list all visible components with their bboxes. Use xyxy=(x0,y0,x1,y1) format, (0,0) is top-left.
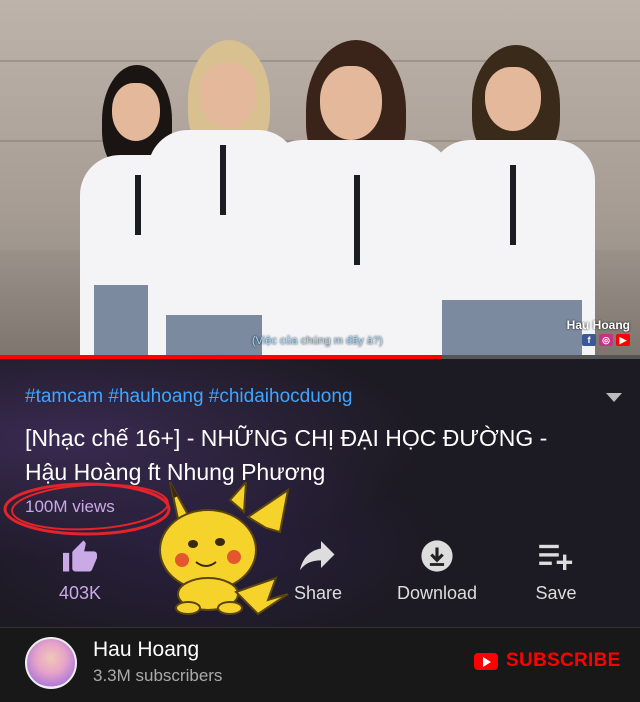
download-icon xyxy=(421,540,453,572)
video-figure xyxy=(430,45,595,355)
save-label: Save xyxy=(535,583,577,603)
like-button[interactable]: 403K xyxy=(25,537,135,604)
channel-avatar[interactable] xyxy=(25,637,77,689)
youtube-logo-icon xyxy=(474,652,498,670)
pikachu-sticker xyxy=(159,482,290,616)
action-bar: 403K Share Download Save xyxy=(0,537,640,617)
video-player[interactable]: (Việc của chúng m đấy à?) Hau Hoang f ◎ … xyxy=(0,0,640,355)
video-info-panel: #tamcam #hauhoang #chidaihocduong [Nhạc … xyxy=(0,359,640,627)
social-icons: f ◎ ▶ xyxy=(582,334,630,346)
channel-name[interactable]: Hau Hoang xyxy=(93,638,199,662)
playlist-add-icon xyxy=(539,544,573,570)
chevron-down-icon[interactable] xyxy=(606,393,622,402)
channel-row: Hau Hoang 3.3M subscribers SUBSCRIBE xyxy=(0,628,640,702)
subscribe-label: SUBSCRIBE xyxy=(506,650,621,671)
like-count: 403K xyxy=(58,583,102,603)
thumbs-up-icon xyxy=(63,540,97,572)
facebook-icon: f xyxy=(582,334,596,346)
video-figure xyxy=(262,40,452,355)
subscribe-button[interactable]: SUBSCRIBE xyxy=(474,650,621,672)
download-label: Download xyxy=(396,583,478,603)
share-icon xyxy=(300,541,335,571)
instagram-icon: ◎ xyxy=(599,334,613,346)
view-count: 100M views xyxy=(25,497,115,516)
channel-watermark: Hau Hoang xyxy=(566,318,630,332)
subscriber-count: 3.3M subscribers xyxy=(93,666,223,685)
video-caption: (Việc của chúng m đấy à?) xyxy=(252,335,383,347)
hashtags[interactable]: #tamcam #hauhoang #chidaihocduong xyxy=(25,386,352,408)
save-button[interactable]: Save xyxy=(501,537,611,604)
download-button[interactable]: Download xyxy=(382,537,492,604)
youtube-icon: ▶ xyxy=(616,334,630,346)
